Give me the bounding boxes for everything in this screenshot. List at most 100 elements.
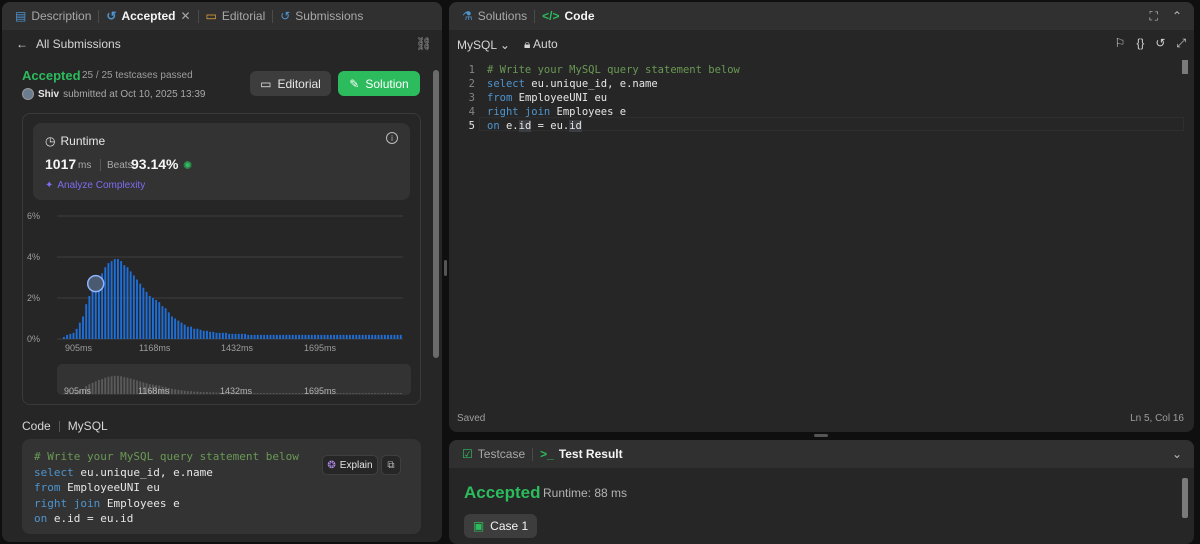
chart-bar xyxy=(298,334,301,339)
username[interactable]: Shiv xyxy=(38,89,59,100)
chart-bar xyxy=(272,334,275,339)
copy-icon[interactable]: ⧉ xyxy=(381,455,401,475)
tab-code[interactable]: </> Code xyxy=(535,2,601,30)
chart-bar xyxy=(266,334,269,339)
tab-testcase-label: Testcase xyxy=(477,447,526,461)
chevron-up-icon[interactable]: ⌃ xyxy=(1172,9,1182,23)
overview-bar xyxy=(301,393,304,394)
overview-bar xyxy=(120,376,123,394)
explain-button[interactable]: ❂ Explain xyxy=(322,455,378,475)
chart-bar xyxy=(145,291,148,339)
chart-bar xyxy=(361,334,364,339)
scrollbar-thumb[interactable] xyxy=(433,70,439,358)
panel-resize-handle[interactable] xyxy=(444,260,447,276)
code-section-header: Code MySQL xyxy=(22,419,108,433)
chart-bar xyxy=(339,334,342,339)
history-icon: ↺ xyxy=(280,9,291,23)
chart-bar xyxy=(399,334,402,339)
overview-bar xyxy=(396,393,399,394)
chart-bar xyxy=(78,322,81,339)
overview-bar xyxy=(212,392,215,394)
chart-bar xyxy=(348,334,351,339)
language-select[interactable]: MySQL ⌄ xyxy=(457,38,510,52)
chart-bar xyxy=(155,300,158,339)
chart-bar xyxy=(269,334,272,339)
x-tick-label: 1695ms xyxy=(304,343,337,353)
chart-bar xyxy=(342,334,345,339)
code-line: on e.id = eu.id xyxy=(34,512,134,525)
lock-icon: 🔒︎ xyxy=(523,37,531,51)
chart-bar xyxy=(333,334,335,339)
panel-resize-handle[interactable] xyxy=(814,434,828,437)
testcases-passed: 25 / 25 testcases passed xyxy=(82,70,193,81)
tab-submissions[interactable]: ↺ Submissions xyxy=(273,2,370,30)
chart-bar xyxy=(291,334,294,339)
tab-test-result[interactable]: >_ Test Result xyxy=(533,440,629,468)
tab-editorial[interactable]: ▭ Editorial xyxy=(199,2,273,30)
chart-bar xyxy=(310,334,313,339)
chart-bar xyxy=(63,336,65,339)
link-icon[interactable]: ⛓ xyxy=(415,36,432,52)
case-1-tab[interactable]: ▣ Case 1 xyxy=(464,514,537,538)
tab-accepted[interactable]: ↺ Accepted ✕ xyxy=(99,2,197,30)
chart-bar xyxy=(205,330,208,339)
close-icon[interactable]: ✕ xyxy=(180,9,190,23)
scrollbar-thumb[interactable] xyxy=(1182,60,1188,74)
avatar[interactable] xyxy=(22,88,34,100)
chart-bar xyxy=(104,267,107,339)
tab-description[interactable]: ▤ Description xyxy=(8,2,98,30)
all-submissions-link[interactable]: ← All Submissions xyxy=(16,37,121,51)
cursor-position: Ln 5, Col 16 xyxy=(1130,413,1184,424)
overview-bar xyxy=(123,377,126,394)
code-panel: ⚗ Solutions </> Code ⛶ ⌃ MySQL ⌄ 🔒︎ Auto… xyxy=(449,2,1194,432)
maximize-icon[interactable]: ⛶ xyxy=(1150,9,1158,24)
overview-bar xyxy=(279,393,281,394)
line-number: 3 xyxy=(468,92,475,104)
overview-bar xyxy=(193,391,196,394)
bookmark-icon[interactable]: ⚐ xyxy=(1115,36,1126,51)
editor-line: right join Employees e xyxy=(487,106,627,118)
line-number: 4 xyxy=(468,106,475,118)
overview-bar xyxy=(383,393,386,394)
chevron-down-icon[interactable]: ⌄ xyxy=(1172,447,1182,461)
reset-icon[interactable]: ↺ xyxy=(1155,36,1165,51)
chart-bar xyxy=(288,334,291,339)
braces-icon[interactable]: {} xyxy=(1136,36,1144,51)
overview-bar xyxy=(126,377,129,394)
overview-bar xyxy=(348,393,351,394)
chart-bar xyxy=(132,275,135,339)
chart-bar xyxy=(75,328,78,339)
chart-bar xyxy=(301,334,304,339)
code-tabbar: ⚗ Solutions </> Code ⛶ ⌃ xyxy=(449,2,1194,30)
history-icon: ↺ xyxy=(106,9,117,23)
code-editor[interactable]: 1 2 3 4 5 # Write your MySQL query state… xyxy=(449,60,1194,400)
chart-bar xyxy=(225,332,227,339)
chart-bar xyxy=(196,328,199,339)
runtime-distribution-chart[interactable]: 6% 4% 2% 0% 905ms 1168ms 1432ms 1695ms 905ms 1168… xyxy=(23,114,422,406)
overview-bar xyxy=(358,393,361,394)
scrollbar-thumb[interactable] xyxy=(1182,478,1188,518)
overview-bar xyxy=(205,392,208,394)
chart-bar xyxy=(304,334,307,339)
editor-scrollbar[interactable] xyxy=(1182,60,1188,130)
auto-mode-label: Auto xyxy=(533,37,558,51)
chart-bar xyxy=(364,334,367,339)
tab-testcase[interactable]: ☑ Testcase xyxy=(455,440,532,468)
chart-bar xyxy=(66,334,69,339)
chart-bar xyxy=(186,326,189,339)
tab-solutions[interactable]: ⚗ Solutions xyxy=(455,2,534,30)
expand-icon[interactable]: ⤢ xyxy=(1176,36,1186,51)
editorial-button[interactable]: ▭ Editorial xyxy=(250,71,331,96)
overview-bar xyxy=(364,393,367,394)
overview-bar xyxy=(253,393,256,394)
chart-bar xyxy=(171,316,173,339)
x-tick-label: 1168ms xyxy=(139,343,171,353)
auto-mode[interactable]: 🔒︎ Auto xyxy=(524,37,558,52)
scrollbar[interactable] xyxy=(1182,468,1188,544)
overview-bar xyxy=(361,393,364,394)
result-panel: ☑ Testcase >_ Test Result ⌄ Accepted Run… xyxy=(449,440,1194,544)
scrollbar[interactable] xyxy=(432,58,440,542)
checkbox-icon: ☑ xyxy=(462,447,473,461)
chart-bar xyxy=(218,332,221,339)
solution-button[interactable]: ✎ Solution xyxy=(338,71,420,96)
